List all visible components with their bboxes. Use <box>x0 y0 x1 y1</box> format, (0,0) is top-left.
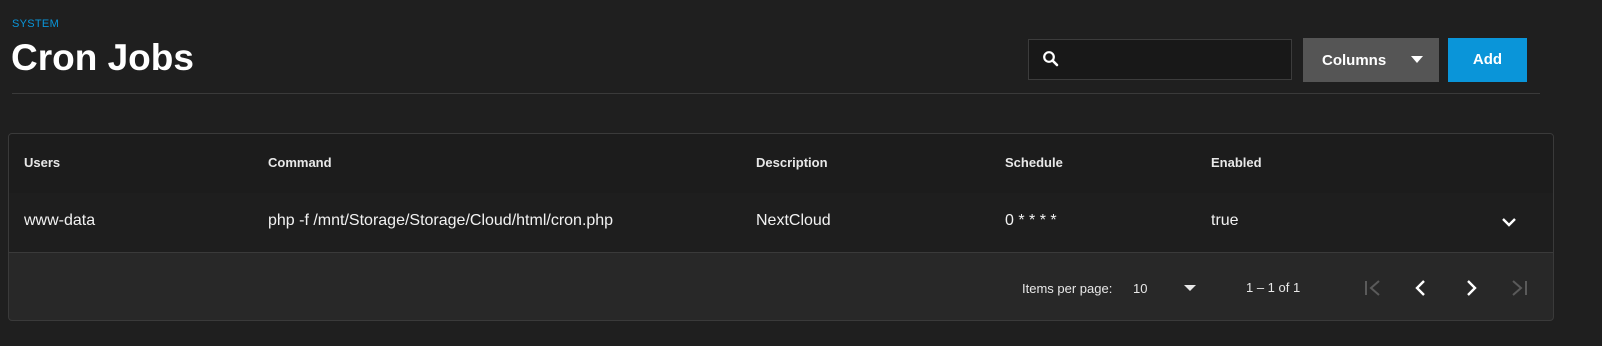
search-box[interactable] <box>1028 39 1292 81</box>
breadcrumb[interactable]: SYSTEM <box>12 18 59 30</box>
columns-button-label: Columns <box>1322 52 1387 69</box>
items-per-page-label: Items per page: <box>1022 281 1113 296</box>
items-per-page-select[interactable]: 10 <box>1133 275 1203 299</box>
table-row[interactable]: www-data php -f /mnt/Storage/Storage/Clo… <box>9 193 1553 253</box>
search-icon <box>1043 51 1059 67</box>
columns-button[interactable]: Columns <box>1303 38 1439 82</box>
column-header-users[interactable]: Users <box>24 155 60 170</box>
page-title: Cron Jobs <box>11 37 194 78</box>
chevron-down-icon[interactable] <box>1501 217 1517 227</box>
paginator: Items per page: 10 1 – 1 of 1 <box>9 253 1553 320</box>
cell-enabled: true <box>1211 212 1239 229</box>
search-input[interactable] <box>1071 40 1285 81</box>
items-per-page-value: 10 <box>1133 281 1148 296</box>
column-header-schedule[interactable]: Schedule <box>1005 155 1063 170</box>
cron-jobs-table: Users Command Description Schedule Enabl… <box>8 133 1554 321</box>
last-page-icon[interactable] <box>1509 278 1529 298</box>
cell-schedule: 0 * * * * <box>1005 212 1057 229</box>
chevron-right-icon[interactable] <box>1461 278 1481 298</box>
cron-jobs-page: SYSTEM Cron Jobs Columns Add Users Comma… <box>0 0 1602 346</box>
table-header: Users Command Description Schedule Enabl… <box>9 134 1553 194</box>
column-header-enabled[interactable]: Enabled <box>1211 155 1262 170</box>
cell-user: www-data <box>24 212 96 229</box>
caret-down-icon <box>1184 285 1196 291</box>
add-button[interactable]: Add <box>1448 38 1527 82</box>
page-range-label: 1 – 1 of 1 <box>1246 280 1301 295</box>
caret-down-icon <box>1411 56 1423 63</box>
cell-command: php -f /mnt/Storage/Storage/Cloud/html/c… <box>268 212 614 229</box>
cell-description: NextCloud <box>756 212 831 229</box>
first-page-icon[interactable] <box>1363 278 1383 298</box>
chevron-left-icon[interactable] <box>1411 278 1431 298</box>
column-header-command[interactable]: Command <box>268 155 332 170</box>
column-header-description[interactable]: Description <box>756 155 828 170</box>
